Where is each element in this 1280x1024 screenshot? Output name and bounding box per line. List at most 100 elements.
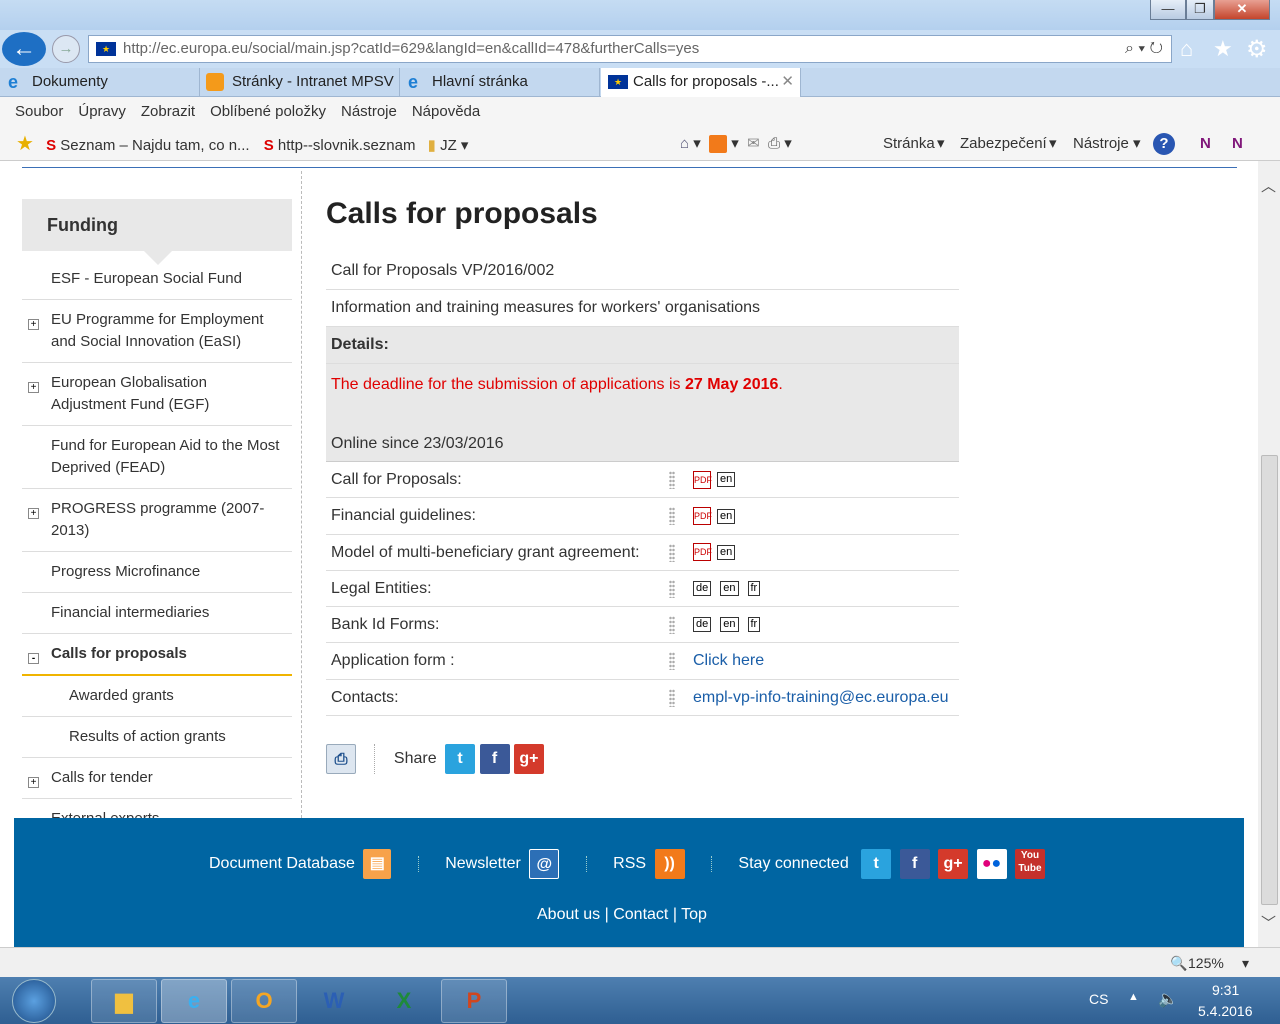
- pdf-icon[interactable]: PDF: [693, 543, 712, 562]
- sidebar-item[interactable]: - Calls for proposals: [22, 634, 292, 676]
- tab-intranet[interactable]: Stránky - Intranet MPSV: [200, 68, 400, 97]
- google-plus-icon[interactable]: g+: [513, 743, 544, 774]
- flickr-icon[interactable]: ●●: [976, 848, 1007, 879]
- twitter-icon[interactable]: t: [861, 848, 892, 879]
- menu-napoveda[interactable]: Nápověda: [412, 103, 480, 120]
- help-icon[interactable]: ?: [1153, 133, 1175, 155]
- print-icon[interactable]: ⎙: [326, 743, 356, 774]
- document-database-link[interactable]: Document Database: [209, 855, 355, 872]
- sidebar-item[interactable]: Results of action grants: [22, 717, 292, 758]
- scroll-up-icon[interactable]: ︿: [1261, 175, 1276, 196]
- newsletter-at-icon[interactable]: @: [529, 848, 560, 879]
- language-link-en[interactable]: en: [717, 544, 736, 560]
- tab-hlavni[interactable]: e Hlavní stránka: [400, 68, 600, 97]
- command-icons[interactable]: ⌂ ▾ ▾ ✉ ⎙ ▾: [680, 127, 792, 161]
- sidebar-item[interactable]: Financial intermediaries: [22, 593, 292, 634]
- powerpoint-taskbar-button[interactable]: P: [441, 979, 507, 1023]
- sidebar-item[interactable]: + Calls for tender: [22, 758, 292, 799]
- language-link-fr[interactable]: fr: [747, 581, 761, 597]
- language-link-fr[interactable]: fr: [747, 617, 761, 633]
- command-stranka[interactable]: Stránka: [883, 127, 935, 161]
- sidebar-item[interactable]: + European Globalisation Adjustment Fund …: [22, 363, 292, 426]
- youtube-icon[interactable]: You Tube: [1014, 848, 1045, 879]
- contact-email-link[interactable]: empl-vp-info-training@ec.europa.eu: [693, 687, 948, 709]
- language-link-de[interactable]: de: [693, 617, 712, 633]
- outlook-taskbar-button[interactable]: O: [231, 979, 297, 1023]
- clock-time[interactable]: 9:31: [1212, 982, 1239, 998]
- google-plus-icon[interactable]: g+: [938, 848, 969, 879]
- menu-upravy[interactable]: Úpravy: [78, 103, 126, 120]
- tab-calls-for-proposals[interactable]: ★ Calls for proposals -... ✕: [601, 68, 801, 97]
- close-tab-icon[interactable]: ✕: [781, 68, 794, 96]
- search-refresh-icon[interactable]: ⌕ ▾ ↻: [1125, 36, 1163, 62]
- onenote-icon[interactable]: N: [1200, 127, 1211, 161]
- pdf-icon[interactable]: PDF: [693, 470, 712, 489]
- sidebar-item[interactable]: Fund for European Aid to the Most Depriv…: [22, 426, 292, 489]
- expand-icon[interactable]: +: [28, 508, 39, 519]
- favorites-star-icon[interactable]: ★: [1213, 36, 1233, 62]
- ie-taskbar-button[interactable]: e: [161, 979, 227, 1023]
- sidebar-heading: Funding: [22, 199, 292, 265]
- command-zabezpeceni[interactable]: Zabezpečení: [960, 127, 1047, 161]
- sidebar-item-label: PROGRESS programme (2007-2013): [51, 500, 265, 539]
- twitter-icon[interactable]: t: [445, 743, 476, 774]
- menu-zobrazit[interactable]: Zobrazit: [141, 103, 195, 120]
- favorite-seznam[interactable]: Seznam – Najdu tam, co n...: [60, 137, 249, 154]
- pdf-icon[interactable]: PDF: [693, 507, 712, 526]
- sidebar-item[interactable]: ESF - European Social Fund: [22, 259, 292, 300]
- excel-taskbar-button[interactable]: X: [371, 979, 437, 1023]
- call-title: Information and training measures for wo…: [326, 290, 959, 327]
- home-icon[interactable]: ⌂: [1180, 36, 1193, 62]
- click-here-link[interactable]: Click here: [693, 650, 764, 672]
- rss-link[interactable]: RSS: [613, 855, 646, 872]
- tab-dokumenty[interactable]: e Dokumenty: [0, 68, 200, 97]
- newsletter-link[interactable]: Newsletter: [445, 855, 521, 872]
- favorite-slovnik[interactable]: http--slovnik.seznam: [278, 137, 416, 154]
- rss-icon[interactable]: )): [654, 848, 685, 879]
- volume-icon[interactable]: 🔈: [1158, 989, 1178, 1009]
- menu-oblibene[interactable]: Oblíbené položky: [210, 103, 326, 120]
- sidebar-item[interactable]: Awarded grants: [22, 676, 292, 717]
- favorites-star-icon[interactable]: ★: [16, 133, 34, 155]
- language-link-de[interactable]: de: [693, 581, 712, 597]
- sidebar-item[interactable]: + PROGRESS programme (2007-2013): [22, 489, 292, 552]
- maximize-button[interactable]: ❐: [1186, 0, 1214, 20]
- forward-button[interactable]: →: [52, 35, 80, 63]
- back-button[interactable]: ←: [2, 32, 46, 66]
- start-button[interactable]: [12, 979, 56, 1023]
- tray-expand-icon[interactable]: ▲: [1128, 991, 1139, 1003]
- facebook-icon[interactable]: f: [479, 743, 510, 774]
- scrollbar-thumb[interactable]: [1261, 455, 1278, 905]
- about-link[interactable]: About us: [537, 906, 600, 923]
- sidebar-item[interactable]: + EU Programme for Employment and Social …: [22, 300, 292, 363]
- zoom-dropdown-icon[interactable]: ▾: [1242, 948, 1249, 978]
- minimize-button[interactable]: —: [1150, 0, 1186, 20]
- close-window-button[interactable]: ✕: [1214, 0, 1270, 20]
- gear-icon[interactable]: ⚙: [1246, 35, 1268, 64]
- language-link-en[interactable]: en: [720, 581, 739, 597]
- document-icon[interactable]: ▤: [363, 848, 392, 879]
- language-link-en[interactable]: en: [717, 472, 736, 488]
- expand-icon[interactable]: +: [28, 319, 39, 330]
- onenote-linked-icon[interactable]: N: [1232, 127, 1243, 161]
- menu-soubor[interactable]: Soubor: [15, 103, 63, 120]
- scroll-down-icon[interactable]: ﹀: [1261, 912, 1276, 933]
- contact-link[interactable]: Contact: [613, 906, 668, 923]
- command-nastroje[interactable]: Nástroje: [1073, 127, 1129, 161]
- expand-icon[interactable]: +: [28, 382, 39, 393]
- clock-date[interactable]: 5.4.2016: [1198, 1003, 1253, 1019]
- sidebar-item[interactable]: Progress Microfinance: [22, 552, 292, 593]
- language-indicator[interactable]: CS: [1089, 991, 1108, 1007]
- language-link-en[interactable]: en: [717, 508, 736, 524]
- address-bar[interactable]: ★ http://ec.europa.eu/social/main.jsp?ca…: [88, 35, 1172, 63]
- word-taskbar-button[interactable]: W: [301, 979, 367, 1023]
- collapse-icon[interactable]: -: [28, 653, 39, 664]
- expand-icon[interactable]: +: [28, 777, 39, 788]
- explorer-taskbar-button[interactable]: ▆: [91, 979, 157, 1023]
- language-link-en[interactable]: en: [720, 617, 739, 633]
- facebook-icon[interactable]: f: [899, 848, 930, 879]
- zoom-level[interactable]: 125%: [1188, 948, 1224, 978]
- top-link[interactable]: Top: [681, 906, 707, 923]
- favorite-folder-jz[interactable]: JZ: [440, 137, 457, 154]
- menu-nastroje[interactable]: Nástroje: [341, 103, 397, 120]
